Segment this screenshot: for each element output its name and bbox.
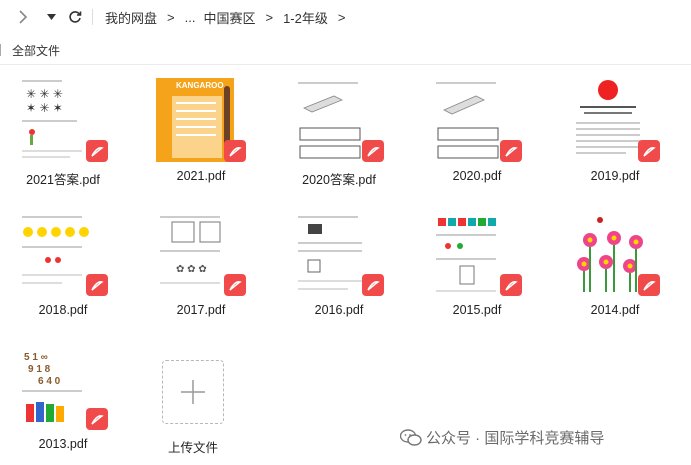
history-dropdown-button[interactable]: [40, 6, 62, 28]
sub-header: 全部文件: [0, 38, 60, 62]
breadcrumb: 我的网盘 > ... 中国赛区 > 1-2年级 >: [101, 8, 351, 27]
breadcrumb-separator: >: [265, 9, 274, 25]
plus-icon: [181, 380, 205, 404]
file-thumbnail: [18, 212, 96, 296]
breadcrumb-item-grade-1-2[interactable]: 1-2年级: [279, 8, 332, 27]
breadcrumb-item-my-drive[interactable]: 我的网盘: [101, 8, 161, 27]
file-tile[interactable]: 2014.pdf: [560, 204, 670, 329]
pdf-icon: [362, 274, 384, 296]
file-tile[interactable]: ✳ ✳ ✳ ✶ ✳ ✶ 2021答案.pdf: [8, 70, 118, 195]
pdf-icon: [86, 408, 108, 430]
file-name: 2021.pdf: [176, 169, 226, 183]
file-thumbnail: [570, 78, 648, 162]
file-thumbnail: [432, 78, 510, 162]
top-bar: 我的网盘 > ... 中国赛区 > 1-2年级 >: [0, 0, 691, 34]
svg-text:KANGAROO: KANGAROO: [176, 81, 224, 90]
file-name: 2020答案.pdf: [302, 173, 376, 187]
pdf-icon: [86, 140, 108, 162]
svg-text:✶ ✳ ✶: ✶ ✳ ✶: [26, 101, 63, 115]
breadcrumb-separator: >: [167, 9, 175, 25]
pdf-icon: [224, 274, 246, 296]
header-divider: [0, 64, 691, 65]
refresh-button[interactable]: [64, 6, 86, 28]
file-thumbnail: ✳ ✳ ✳ ✶ ✳ ✶: [18, 78, 96, 162]
caret-down-icon: [46, 14, 56, 20]
file-tile[interactable]: 2020答案.pdf: [284, 70, 394, 195]
upload-button[interactable]: [162, 360, 224, 424]
file-thumbnail: [294, 78, 372, 162]
file-thumbnail: ✿ ✿ ✿: [156, 212, 234, 296]
svg-text:9 1 8: 9 1 8: [28, 364, 51, 375]
svg-text:6 4 0: 6 4 0: [38, 376, 61, 387]
watermark: 公众号 · 国际学科竞赛辅导: [400, 427, 604, 448]
forward-button[interactable]: [12, 6, 34, 28]
file-name: 2013.pdf: [38, 437, 88, 451]
file-tile[interactable]: 2019.pdf: [560, 70, 670, 195]
pdf-icon: [638, 274, 660, 296]
pdf-icon: [362, 140, 384, 162]
pdf-icon: [638, 140, 660, 162]
file-name: 2017.pdf: [176, 303, 226, 317]
file-tile[interactable]: 2015.pdf: [422, 204, 532, 329]
svg-text:✿ ✿ ✿: ✿ ✿ ✿: [176, 264, 207, 275]
file-thumbnail: [432, 212, 510, 296]
chevron-right-icon: [19, 10, 28, 24]
file-name: 2021答案.pdf: [26, 173, 100, 187]
file-thumbnail: [570, 212, 648, 296]
file-tile[interactable]: ✿ ✿ ✿ 2017.pdf: [146, 204, 256, 329]
svg-text:5 1 ∞: 5 1 ∞: [24, 352, 48, 363]
pdf-icon: [500, 140, 522, 162]
file-tile[interactable]: 2020.pdf: [422, 70, 532, 195]
pdf-icon: [500, 274, 522, 296]
file-tile[interactable]: 2016.pdf: [284, 204, 394, 329]
refresh-icon: [69, 11, 82, 23]
pdf-icon: [224, 140, 246, 162]
checkbox-edge[interactable]: [0, 44, 2, 56]
file-tile[interactable]: 5 1 ∞ 9 1 8 6 4 0 2013.pdf: [8, 338, 118, 463]
toolbar-divider: [92, 9, 93, 25]
file-thumbnail: [294, 212, 372, 296]
breadcrumb-separator: >: [337, 9, 346, 25]
breadcrumb-item-ellipsis[interactable]: ...: [181, 10, 200, 25]
watermark-text: 公众号 · 国际学科竞赛辅导: [426, 430, 605, 447]
file-tile[interactable]: 2018.pdf: [8, 204, 118, 329]
file-name: 2015.pdf: [452, 303, 502, 317]
file-thumbnail: 5 1 ∞ 9 1 8 6 4 0: [18, 346, 96, 430]
file-name: 2018.pdf: [38, 303, 88, 317]
svg-text:✳ ✳ ✳: ✳ ✳ ✳: [26, 87, 63, 101]
upload-label[interactable]: 上传文件: [143, 437, 243, 456]
file-name: 2020.pdf: [452, 169, 502, 183]
file-tile[interactable]: KANGAROO 2021.pdf: [146, 70, 256, 195]
file-name: 2014.pdf: [590, 303, 640, 317]
all-files-label[interactable]: 全部文件: [12, 42, 60, 59]
pdf-icon: [86, 274, 108, 296]
file-name: 2019.pdf: [590, 169, 640, 183]
file-thumbnail: KANGAROO: [156, 78, 234, 162]
wechat-icon: [400, 428, 422, 446]
file-name: 2016.pdf: [314, 303, 364, 317]
breadcrumb-item-china-region[interactable]: 中国赛区: [199, 8, 259, 27]
